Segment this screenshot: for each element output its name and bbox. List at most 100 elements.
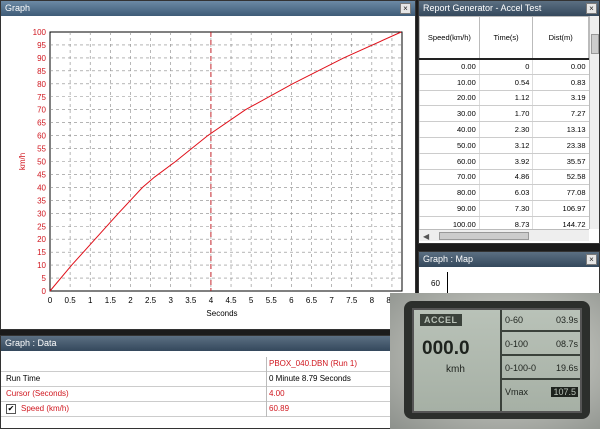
y-tick-label: 90 bbox=[37, 54, 46, 63]
table-row[interactable]: 0.00 0 0.00 bbox=[419, 57, 589, 75]
column-header-dist[interactable]: Dist(m) bbox=[532, 16, 589, 59]
table-row[interactable]: 70.00 4.86 52.58 bbox=[419, 169, 589, 186]
y-tick-label: 70 bbox=[37, 106, 46, 115]
y-tick-label: 55 bbox=[37, 145, 46, 154]
y-tick-label: 15 bbox=[37, 248, 46, 257]
device-speed-readout: 000.0 bbox=[422, 338, 470, 359]
table-cell: 60.00 bbox=[419, 153, 480, 170]
table-row[interactable]: 80.00 6.03 77.08 bbox=[419, 184, 589, 202]
table-cell: 50.00 bbox=[419, 137, 480, 154]
table-cell: 3.92 bbox=[478, 153, 533, 170]
table-cell: 52.58 bbox=[532, 169, 589, 186]
scrollbar-thumb[interactable] bbox=[591, 34, 599, 54]
run-time-label: Run Time bbox=[6, 374, 41, 383]
cursor-value: 4.00 bbox=[269, 389, 285, 398]
table-row[interactable]: 50.00 3.12 23.38 bbox=[419, 137, 589, 154]
scrollbar-thumb[interactable] bbox=[439, 232, 529, 240]
y-tick-label: 100 bbox=[33, 28, 47, 37]
y-tick-label: 80 bbox=[37, 80, 46, 89]
x-tick-label: 7.5 bbox=[346, 296, 358, 305]
table-cell: 90.00 bbox=[419, 200, 480, 217]
graph-close-button[interactable]: × bbox=[400, 3, 411, 14]
column-header-time[interactable]: Time(s) bbox=[478, 16, 534, 59]
map-axis-label: 60 bbox=[431, 279, 440, 288]
table-cell: 70.00 bbox=[419, 169, 480, 186]
x-axis-label: Seconds bbox=[206, 309, 237, 318]
graph-window: Graph × 0 5 10 15 20 25 30 35 40 45 50 55 60 65 70 75 80… bbox=[0, 0, 416, 330]
data-window-titlebar[interactable]: Graph : Data bbox=[1, 336, 394, 351]
table-cell: 40.00 bbox=[419, 121, 480, 138]
table-row[interactable]: 90.00 7.30 106.97 bbox=[419, 200, 589, 217]
y-tick-label: 20 bbox=[37, 235, 46, 244]
report-window-titlebar[interactable]: Report Generator - Accel Test bbox=[419, 1, 599, 16]
table-row[interactable]: 60.00 3.92 35.57 bbox=[419, 153, 589, 170]
data-header-row: PBOX_040.DBN (Run 1) bbox=[1, 357, 394, 372]
lcd-result-value: 107.5 bbox=[551, 387, 578, 397]
x-tick-label: 6.5 bbox=[306, 296, 318, 305]
table-cell: 20.00 bbox=[419, 90, 480, 107]
report-horizontal-scrollbar[interactable]: ◀ bbox=[419, 229, 589, 241]
scroll-left-arrow-icon[interactable]: ◀ bbox=[423, 232, 429, 241]
speed-chart[interactable]: 0510152025303540455055606570758085909510… bbox=[1, 16, 416, 330]
graph-data-window: Graph : Data PBOX_040.DBN (Run 1) Run Ti… bbox=[0, 335, 395, 429]
speed-value: 60.89 bbox=[269, 404, 290, 413]
x-tick-label: 3 bbox=[168, 296, 173, 305]
x-tick-label: 8 bbox=[370, 296, 375, 305]
y-tick-label: 25 bbox=[37, 222, 46, 231]
lcd-result-value: 19.6s bbox=[555, 363, 578, 373]
table-row[interactable]: 10.00 0.54 0.83 bbox=[419, 74, 589, 91]
table-cell: 35.57 bbox=[532, 153, 589, 170]
x-tick-label: 5 bbox=[249, 296, 254, 305]
table-cell: 4.86 bbox=[478, 169, 533, 186]
y-tick-label: 10 bbox=[37, 261, 46, 270]
y-tick-label: 0 bbox=[42, 287, 47, 296]
map-close-button[interactable]: × bbox=[586, 254, 597, 265]
column-header-speed[interactable]: Speed(km/h) bbox=[419, 16, 480, 59]
lcd-result-value: 08.7s bbox=[555, 339, 578, 349]
y-tick-label: 40 bbox=[37, 183, 46, 192]
y-tick-label: 35 bbox=[37, 196, 46, 205]
x-tick-label: 0 bbox=[48, 296, 53, 305]
table-cell: 3.19 bbox=[532, 90, 589, 107]
column-divider bbox=[266, 372, 267, 387]
lcd-result-label: 0-100 bbox=[505, 339, 529, 349]
file-name-header[interactable]: PBOX_040.DBN (Run 1) bbox=[269, 357, 357, 371]
table-cell: 7.27 bbox=[532, 105, 589, 123]
table-row[interactable]: 20.00 1.12 3.19 bbox=[419, 90, 589, 107]
graph-window-titlebar[interactable]: Graph bbox=[1, 1, 415, 16]
y-tick-label: 50 bbox=[37, 158, 46, 167]
y-tick-label: 65 bbox=[37, 119, 46, 128]
column-divider bbox=[266, 357, 267, 372]
table-cell: 23.38 bbox=[532, 137, 589, 154]
lcd-result-row: 0-100 08.7s bbox=[502, 334, 580, 356]
table-cell: 77.08 bbox=[532, 184, 589, 202]
table-cell: 30.00 bbox=[419, 105, 480, 123]
speed-visible-checkbox[interactable]: ✔ bbox=[6, 404, 16, 414]
table-cell: 0 bbox=[478, 57, 533, 75]
report-generator-window: Report Generator - Accel Test × Speed(km… bbox=[418, 0, 600, 244]
table-cell: 10.00 bbox=[419, 74, 480, 91]
x-tick-label: 4.5 bbox=[225, 296, 237, 305]
table-cell: 80.00 bbox=[419, 184, 480, 202]
report-vertical-scrollbar[interactable] bbox=[589, 16, 599, 229]
column-divider bbox=[266, 402, 267, 417]
table-cell: 0.83 bbox=[532, 74, 589, 91]
x-tick-label: 6 bbox=[289, 296, 294, 305]
device-speed-unit: kmh bbox=[446, 364, 465, 375]
map-window-title: Graph : Map bbox=[423, 254, 474, 264]
table-row[interactable]: 30.00 1.70 7.27 bbox=[419, 105, 589, 123]
data-window-title: Graph : Data bbox=[5, 338, 57, 348]
run-time-value: 0 Minute 8.79 Seconds bbox=[269, 374, 351, 383]
data-row-run-time: Run Time 0 Minute 8.79 Seconds bbox=[1, 372, 394, 387]
lcd-result-label: 0-100-0 bbox=[505, 363, 537, 373]
x-tick-label: 7 bbox=[329, 296, 334, 305]
report-window-title: Report Generator - Accel Test bbox=[423, 3, 542, 13]
data-row-cursor: Cursor (Seconds) 4.00 bbox=[1, 387, 394, 402]
graph-window-title: Graph bbox=[5, 3, 31, 13]
cursor-label: Cursor (Seconds) bbox=[6, 389, 69, 398]
report-close-button[interactable]: × bbox=[586, 3, 597, 14]
table-cell: 1.12 bbox=[478, 90, 533, 107]
table-row[interactable]: 40.00 2.30 13.13 bbox=[419, 121, 589, 138]
y-tick-label: 75 bbox=[37, 93, 46, 102]
map-window-titlebar[interactable]: Graph : Map bbox=[419, 252, 599, 267]
